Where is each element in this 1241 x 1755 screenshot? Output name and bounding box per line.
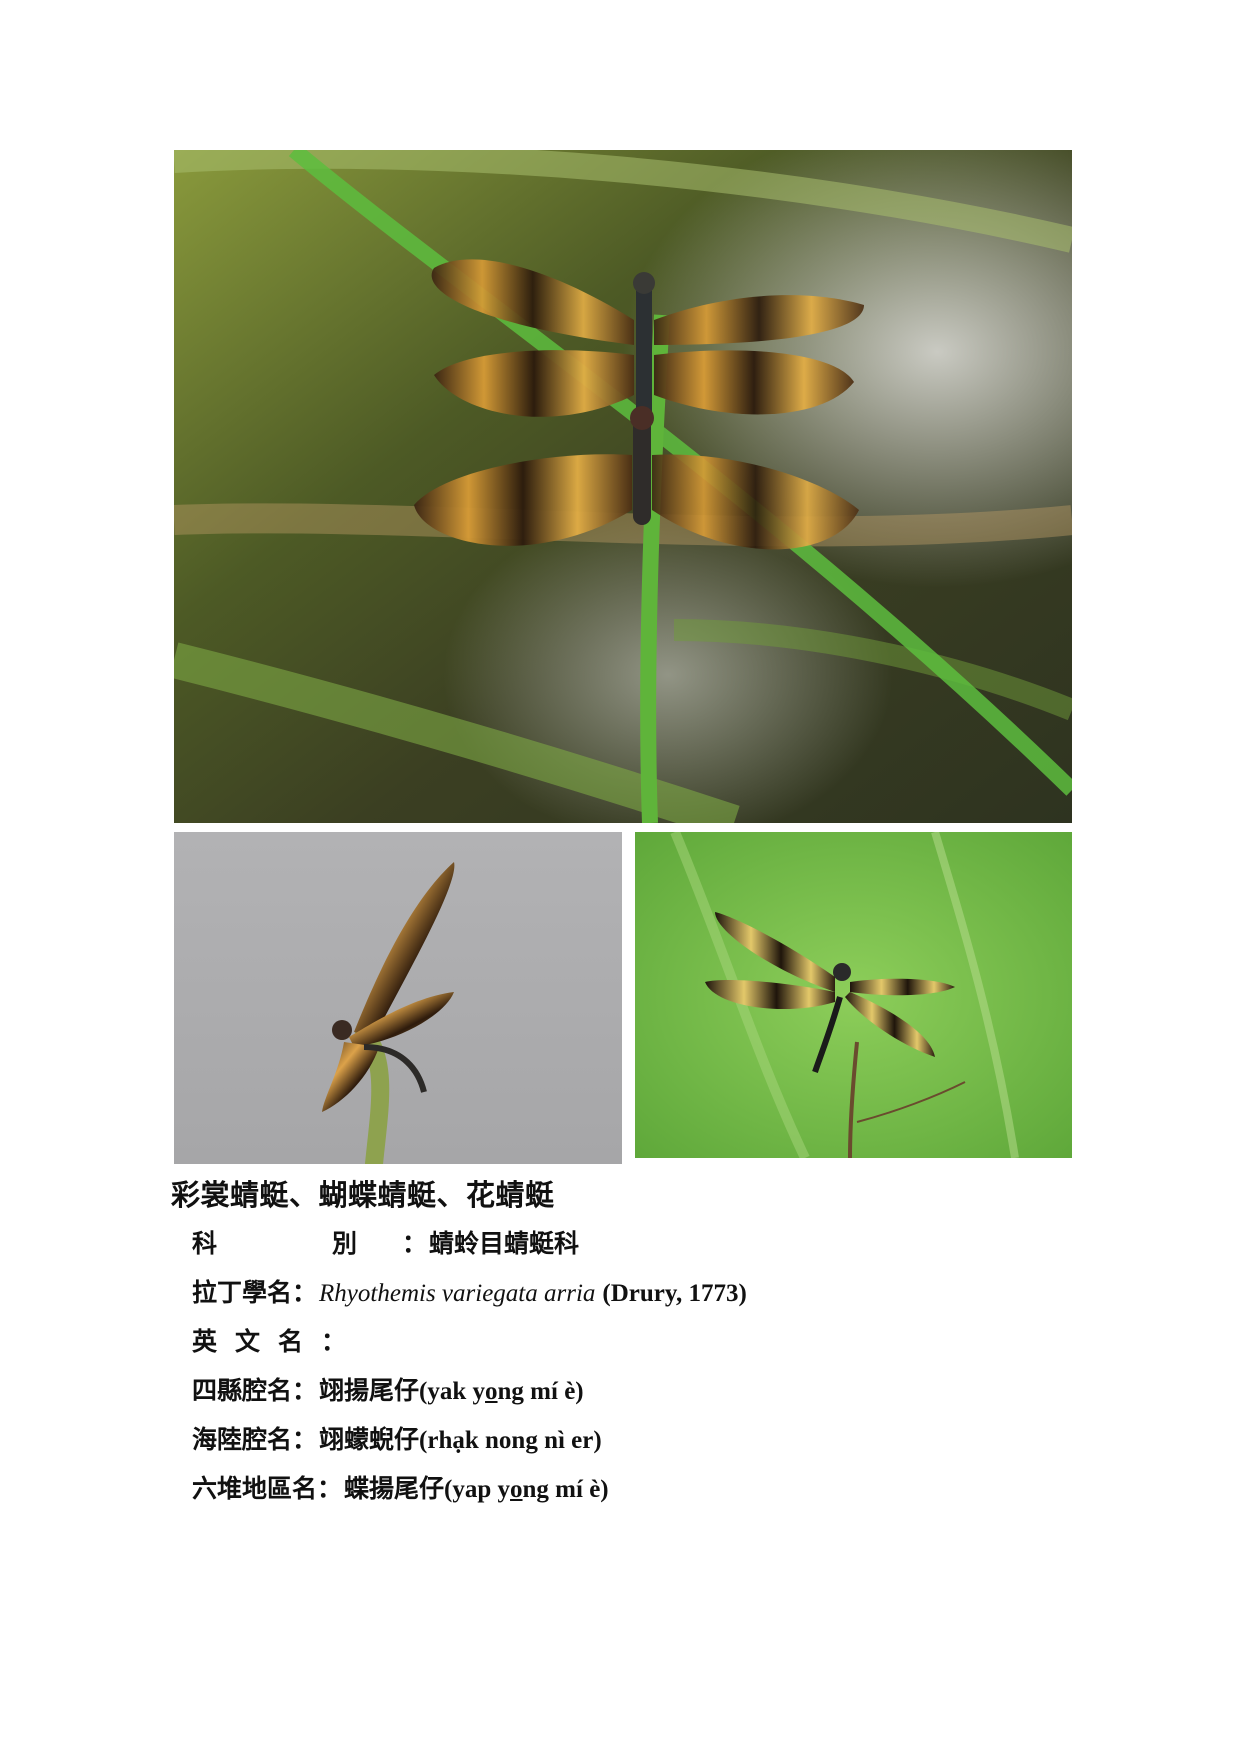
latin-name-label: 拉丁學名 xyxy=(192,1278,293,1307)
sixian-name-row: 四縣腔名 ： 翊揚尾仔 (yak yong mí è) xyxy=(192,1371,747,1420)
latin-author: (Drury, 1773) xyxy=(602,1280,747,1307)
latin-species-name: Rhyothemis variegata arria xyxy=(319,1280,596,1307)
family-value: 蜻蛉目蜻蜓科 xyxy=(429,1229,580,1258)
family-colon: ： xyxy=(402,1229,428,1258)
sixian-name-value: 翊揚尾仔 xyxy=(319,1376,420,1405)
species-common-names-title: 彩裳蜻蜓、蝴蝶蜻蜓、花蜻蜓 xyxy=(171,1178,555,1212)
hailu-romanization: (rhạk nong nì er) xyxy=(419,1427,602,1454)
english-name-colon: ： xyxy=(321,1327,347,1356)
dragonfly-pair-photo xyxy=(174,150,1072,823)
liudui-name-row: 六堆地區名 ： 蝶揚尾仔 (yap yong mí è) xyxy=(192,1469,747,1518)
sixian-romanization: (yak yong mí è) xyxy=(419,1378,584,1405)
dragonfly-on-twig-photo xyxy=(635,832,1072,1158)
latin-name-colon: ： xyxy=(292,1278,318,1307)
english-name-label: 英文名 xyxy=(192,1327,322,1356)
perched-dragonfly-photo xyxy=(174,832,622,1164)
hailu-name-row: 海陸腔名 ： 翊蠓蜺仔 (rhạk nong nì er) xyxy=(192,1420,747,1469)
liudui-romanization: (yap yong mí è) xyxy=(444,1476,609,1503)
sixian-name-label: 四縣腔名 xyxy=(192,1376,293,1405)
sixian-name-colon: ： xyxy=(292,1376,318,1405)
family-row: 科 別 ： 蜻蛉目蜻蜓科 xyxy=(192,1224,747,1273)
liudui-name-label: 六堆地區名 xyxy=(192,1474,318,1503)
liudui-name-value: 蝶揚尾仔 xyxy=(344,1474,445,1503)
hailu-name-colon: ： xyxy=(292,1425,318,1454)
english-name-row: 英文名 ： xyxy=(192,1322,747,1371)
family-label: 科 別 xyxy=(192,1229,403,1258)
latin-name-row: 拉丁學名 ： Rhyothemis variegata arria (Drury… xyxy=(192,1273,747,1322)
species-info-list: 科 別 ： 蜻蛉目蜻蜓科 拉丁學名 ： Rhyothemis variegata… xyxy=(192,1224,747,1518)
hailu-name-value: 翊蠓蜺仔 xyxy=(319,1425,420,1454)
hailu-name-label: 海陸腔名 xyxy=(192,1425,293,1454)
liudui-name-colon: ： xyxy=(317,1474,343,1503)
